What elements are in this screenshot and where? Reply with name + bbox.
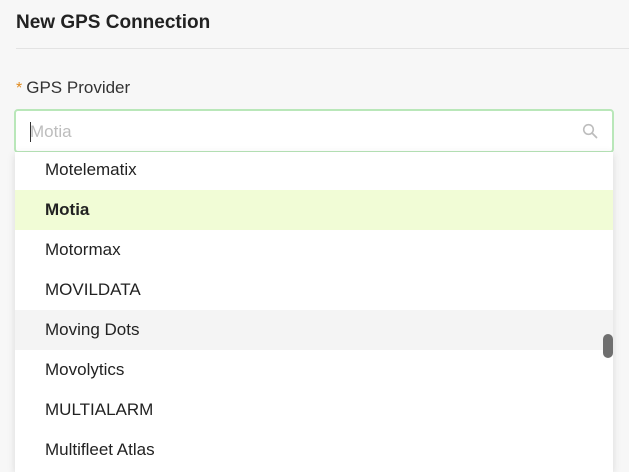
dialog-title: New GPS Connection	[16, 12, 211, 33]
text-caret	[30, 122, 31, 142]
dropdown-scrollbar-thumb[interactable]	[603, 334, 613, 358]
dropdown-option-motia[interactable]: Motia	[15, 190, 613, 230]
required-mark: *	[16, 80, 23, 97]
dropdown-option-motelematix[interactable]: Motelematix	[15, 152, 613, 190]
dropdown-option-movildata[interactable]: MOVILDATA	[15, 270, 613, 310]
gps-provider-dropdown: Motelematix Motia Motormax MOVILDATA Mov…	[15, 152, 613, 472]
dropdown-option-motormax[interactable]: Motormax	[15, 230, 613, 270]
gps-provider-search-input[interactable]	[30, 119, 570, 145]
dropdown-option-multifleet-atlas[interactable]: Multifleet Atlas	[15, 430, 613, 470]
dropdown-option-moving-dots[interactable]: Moving Dots	[15, 310, 613, 350]
header-divider	[16, 48, 629, 49]
gps-provider-label: * GPS Provider	[16, 78, 130, 98]
gps-connection-dialog: New GPS Connection *GPS Provider Motelem…	[0, 0, 629, 472]
search-icon	[582, 123, 598, 139]
gps-provider-label-text: GPS Provider	[26, 78, 131, 97]
dropdown-option-movolytics[interactable]: Movolytics	[15, 350, 613, 390]
gps-provider-search-box[interactable]	[14, 109, 614, 153]
dropdown-option-multialarm[interactable]: MULTIALARM	[15, 390, 613, 430]
